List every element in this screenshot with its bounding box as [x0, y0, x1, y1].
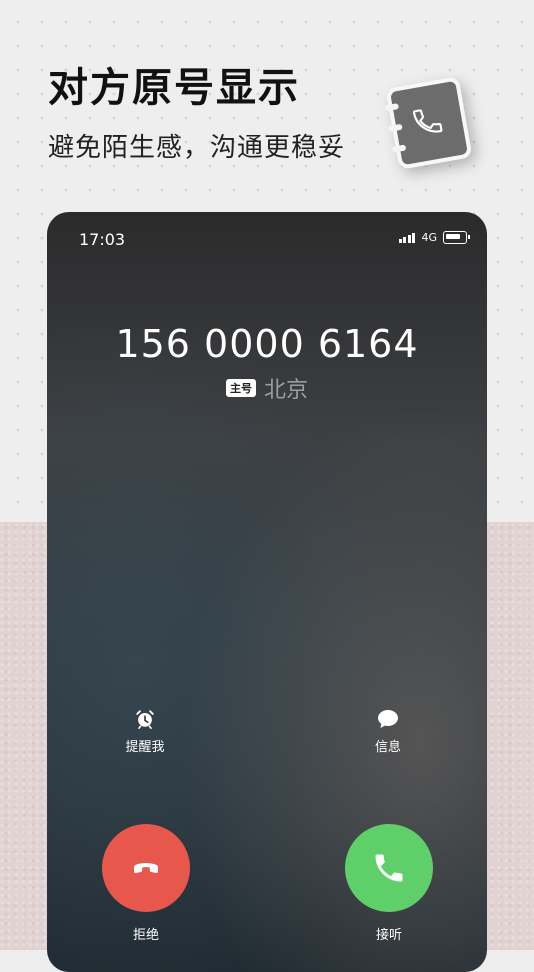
chat-bubble-icon	[378, 710, 398, 728]
accept-label: 接听	[375, 928, 402, 943]
hang-up-icon	[134, 863, 158, 874]
status-time: 17:03	[79, 230, 126, 249]
caller-meta: 主号 北京	[47, 372, 487, 404]
remind-me-label: 提醒我	[125, 740, 165, 755]
phone-handset-icon	[412, 109, 443, 133]
caller-location: 北京	[263, 378, 308, 403]
promo-subline: 避免陌生感，沟通更稳妥	[48, 133, 346, 163]
phone-icon	[375, 854, 403, 882]
decline-button[interactable]	[102, 824, 190, 912]
network-type: 4G	[421, 231, 437, 244]
main-number-badge: 主号	[225, 379, 256, 397]
accept-button[interactable]	[345, 824, 433, 912]
message-button[interactable]: 信息	[338, 708, 438, 755]
decline-label: 拒绝	[132, 928, 159, 943]
battery-icon	[443, 231, 470, 244]
caller-number: 156 0000 6164	[115, 322, 419, 366]
status-indicators: 4G	[398, 231, 470, 244]
contact-book-icon	[384, 76, 473, 170]
promo-headline: 对方原号显示	[48, 65, 300, 111]
message-label: 信息	[374, 740, 401, 755]
alarm-clock-icon	[136, 710, 154, 729]
signal-icon	[398, 232, 416, 243]
remind-me-button[interactable]: 提醒我	[95, 708, 195, 755]
incoming-call-screen: 17:03 4G 156 0000 6164 主号 北京 提醒我 信息 拒绝 接…	[47, 212, 487, 972]
